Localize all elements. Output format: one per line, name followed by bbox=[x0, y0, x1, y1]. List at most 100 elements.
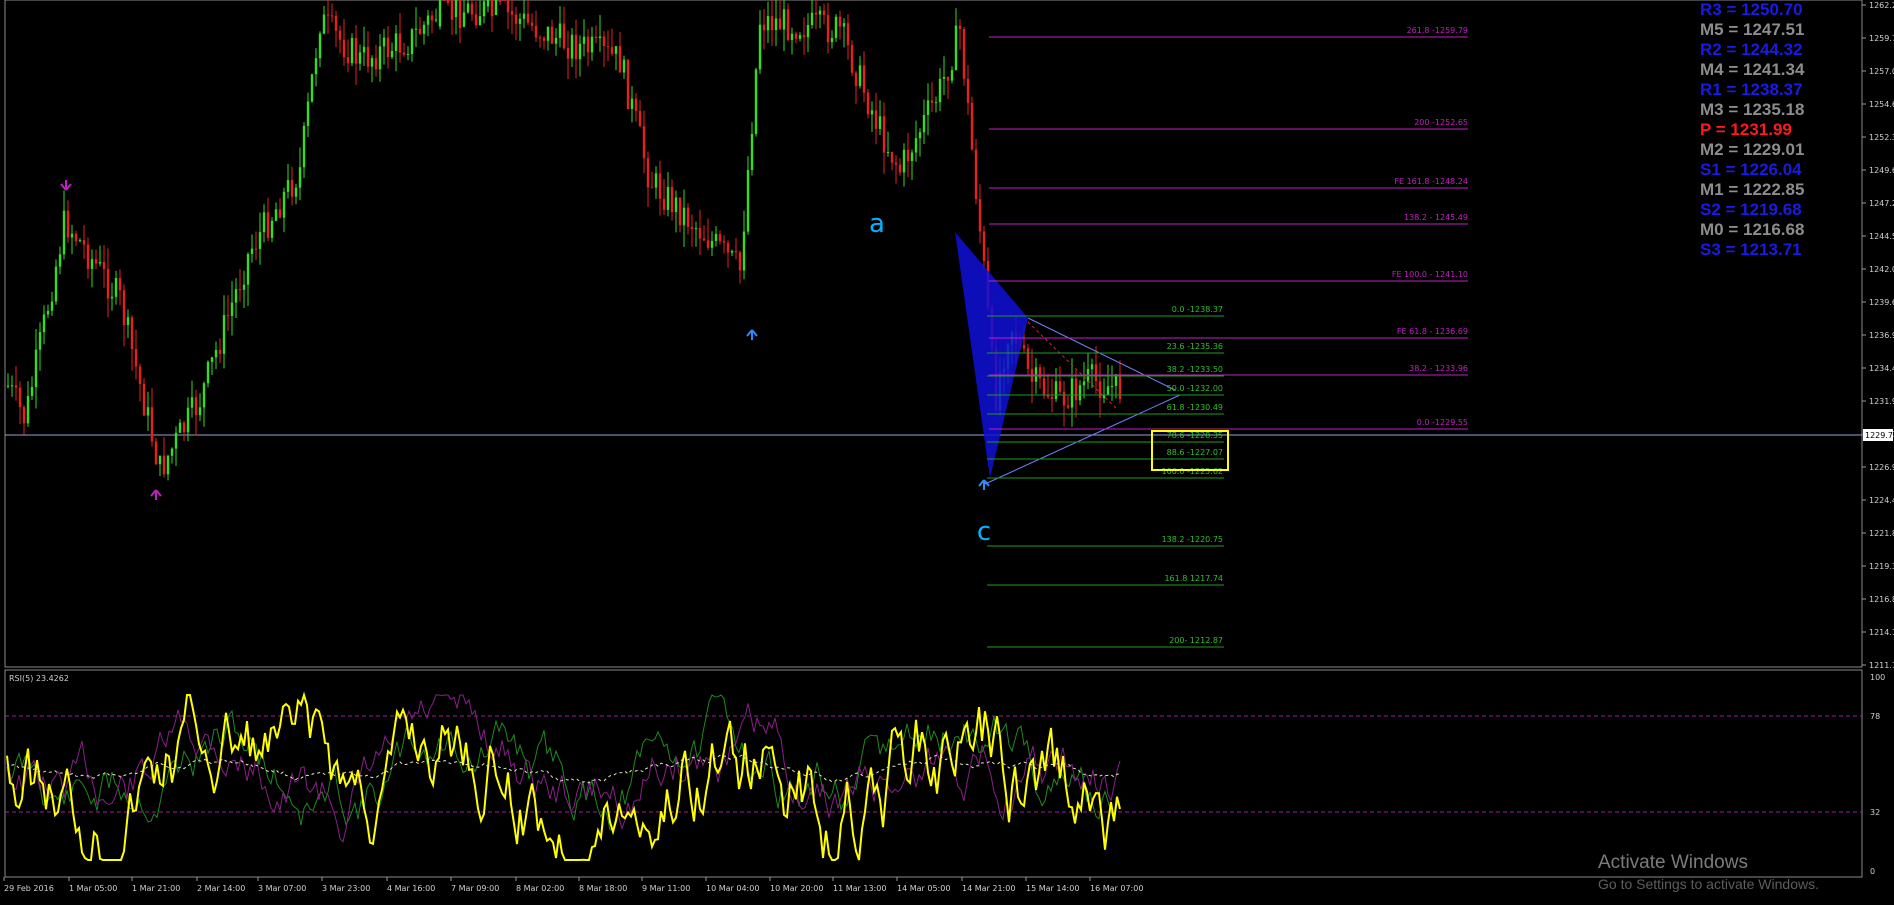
candle-body bbox=[474, 14, 478, 26]
fib-magenta-label: 0.0 -1229.55 bbox=[1417, 418, 1468, 427]
candle-body bbox=[526, 13, 530, 23]
candle-body bbox=[154, 441, 158, 465]
candle-body bbox=[586, 36, 590, 53]
candle-body bbox=[378, 46, 382, 70]
candle-body bbox=[694, 228, 698, 230]
fib-green-label: 138.2 -1220.75 bbox=[1162, 535, 1223, 544]
candle-body bbox=[1070, 378, 1074, 408]
candle-body bbox=[1026, 348, 1030, 369]
candle-body bbox=[810, 12, 814, 26]
candle-body bbox=[1082, 381, 1086, 386]
candle-body bbox=[38, 332, 42, 350]
candle-body bbox=[214, 349, 218, 358]
candle-body bbox=[126, 317, 130, 326]
candle-body bbox=[554, 37, 558, 44]
candle-body bbox=[90, 259, 94, 269]
price-axis-tick-label: 1239.6 bbox=[1869, 298, 1894, 307]
price-axis-tick-label: 1252.3 bbox=[1869, 133, 1894, 142]
price-axis-tick-label: 1236.9 bbox=[1869, 331, 1894, 340]
candle-body bbox=[946, 76, 950, 81]
candle-body bbox=[334, 15, 338, 31]
candle-body bbox=[734, 251, 738, 253]
price-axis-tick-label: 1244.5 bbox=[1869, 232, 1894, 241]
candle-body bbox=[538, 37, 542, 39]
price-axis-tick-label: 1221.8 bbox=[1869, 529, 1894, 538]
candle-body bbox=[74, 233, 78, 242]
candle-body bbox=[774, 18, 778, 31]
candle-body bbox=[938, 78, 942, 103]
candle-body bbox=[730, 251, 734, 253]
candle-body bbox=[226, 315, 230, 317]
candle-body bbox=[842, 23, 846, 27]
price-axis-tick-label: 1249.6 bbox=[1869, 166, 1894, 175]
candle-body bbox=[910, 152, 914, 162]
candle-body bbox=[430, 15, 434, 21]
candle-body bbox=[854, 72, 858, 87]
fib-magenta-label: 38.2 - 1233.96 bbox=[1409, 364, 1468, 373]
candle-body bbox=[494, 0, 498, 16]
candle-body bbox=[14, 385, 18, 388]
candle-body bbox=[582, 36, 586, 44]
candle-body bbox=[362, 46, 366, 53]
current-price-label: 1229.7 bbox=[1865, 431, 1893, 440]
rsi-indicator-label: RSI(5) 23.4262 bbox=[9, 674, 69, 683]
candles-group bbox=[6, 0, 1122, 481]
candle-body bbox=[34, 349, 38, 388]
candle-body bbox=[290, 180, 294, 197]
candle-body bbox=[314, 58, 318, 75]
candle-body bbox=[66, 210, 70, 238]
candle-body bbox=[914, 138, 918, 153]
candle-body bbox=[382, 37, 386, 47]
candle-body bbox=[846, 23, 850, 46]
price-axis-tick-label: 1211.7 bbox=[1869, 661, 1894, 670]
candle-body bbox=[670, 186, 674, 213]
candle-body bbox=[254, 248, 258, 250]
candle-body bbox=[278, 209, 282, 218]
activate-windows-subtitle: Go to Settings to activate Windows. bbox=[1598, 876, 1819, 892]
candle-body bbox=[1094, 364, 1098, 382]
pivot-level-m5: M5 = 1247.51 bbox=[1700, 20, 1805, 39]
price-axis-tick-label: 1219.3 bbox=[1869, 562, 1894, 571]
price-axis-tick-label: 1226.9 bbox=[1869, 463, 1894, 472]
fib-green-label: 23.6 -1235.36 bbox=[1167, 342, 1223, 351]
pivot-level-r1: R1 = 1238.37 bbox=[1700, 80, 1803, 99]
time-axis-label: 8 Mar 02:00 bbox=[516, 884, 564, 893]
candle-body bbox=[478, 16, 482, 26]
candle-body bbox=[682, 207, 686, 226]
candle-body bbox=[786, 9, 790, 40]
fractal-down-arrow bbox=[60, 180, 72, 191]
candle-body bbox=[610, 47, 614, 54]
candle-body bbox=[978, 199, 982, 232]
candle-body bbox=[762, 24, 766, 31]
candle-body bbox=[186, 407, 190, 433]
fractal-up-arrow bbox=[978, 479, 990, 490]
candle-body bbox=[190, 397, 194, 408]
candle-body bbox=[706, 240, 710, 248]
pivot-level-m0: M0 = 1216.68 bbox=[1700, 220, 1805, 239]
price-chart-canvas[interactable]: 1262.2 1259.7 1257.0 1254.6 1252.3 1249.6 1247… bbox=[0, 0, 1894, 901]
time-axis-label: 2 Mar 14:00 bbox=[197, 884, 245, 893]
candle-body bbox=[302, 125, 306, 168]
candle-body bbox=[390, 50, 394, 58]
candle-body bbox=[170, 448, 174, 456]
candle-body bbox=[950, 70, 954, 81]
candle-body bbox=[830, 37, 834, 43]
candle-body bbox=[970, 102, 974, 150]
candle-body bbox=[690, 226, 694, 229]
candle-body bbox=[78, 240, 82, 242]
candle-body bbox=[326, 14, 330, 16]
candle-body bbox=[130, 317, 134, 349]
candle-body bbox=[158, 455, 162, 465]
candle-body bbox=[702, 238, 706, 241]
candle-body bbox=[502, 0, 506, 1]
candle-body bbox=[422, 24, 426, 34]
candle-body bbox=[202, 383, 206, 408]
candle-body bbox=[26, 395, 30, 424]
candle-body bbox=[350, 37, 354, 64]
candle-body bbox=[654, 173, 658, 188]
candle-body bbox=[534, 25, 538, 38]
time-axis-label: 14 Mar 21:00 bbox=[962, 884, 1015, 893]
candle-body bbox=[1042, 378, 1046, 395]
chart-window[interactable]: 1262.2 1259.7 1257.0 1254.6 1252.3 1249.6 1247… bbox=[0, 0, 1894, 901]
candle-body bbox=[274, 209, 278, 221]
